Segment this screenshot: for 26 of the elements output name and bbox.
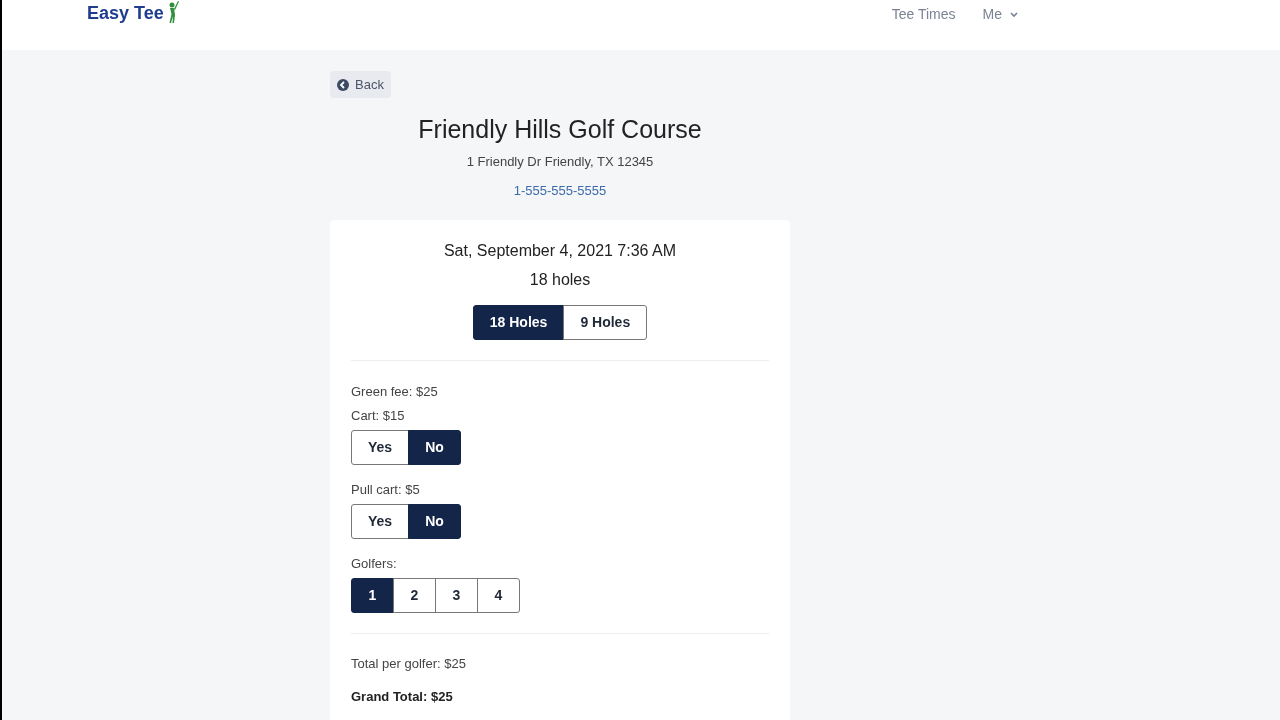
course-fee: Green fee: $25 xyxy=(351,383,439,401)
option-label: Golfers: xyxy=(351,555,398,573)
nav-link[interactable]: Tee Times xyxy=(891,4,956,25)
option-label: Cart: $15 xyxy=(351,407,406,425)
total-per-golfer: Total per golfer: $25 xyxy=(351,655,467,673)
holes-label: 18 holes xyxy=(528,270,592,290)
toggle-option[interactable]: 18 Holes xyxy=(472,305,565,340)
course-name: Friendly Hills Golf Course xyxy=(417,114,703,145)
tee-time: Sat, September 4, 2021 7:36 AM xyxy=(442,241,678,261)
toggle-option[interactable]: 3 xyxy=(435,578,478,613)
chevron-down-icon xyxy=(1010,11,1018,18)
option-label: Pull cart: $5 xyxy=(351,481,421,499)
phone-link[interactable]: 1-555-555-5555 xyxy=(513,182,607,200)
back-button[interactable]: Back xyxy=(330,71,391,98)
toggle-option[interactable]: 9 Holes xyxy=(563,305,648,340)
course-address: 1 Friendly Dr Friendly, TX 12345 xyxy=(465,153,655,171)
logo-text[interactable]: Easy Tee xyxy=(87,2,164,24)
toggle-option[interactable]: 2 xyxy=(393,578,436,613)
toggle-option[interactable]: No xyxy=(408,504,461,539)
toggle-option[interactable]: Yes xyxy=(351,504,410,539)
toggle-option[interactable]: 1 xyxy=(351,578,394,613)
user-menu[interactable]: Me xyxy=(982,4,1018,25)
toggle-option[interactable]: 4 xyxy=(477,578,520,613)
toggle-option[interactable]: Yes xyxy=(351,430,410,465)
toggle-option[interactable]: No xyxy=(408,430,461,465)
grand-total: Grand Total: $25 xyxy=(351,688,454,706)
